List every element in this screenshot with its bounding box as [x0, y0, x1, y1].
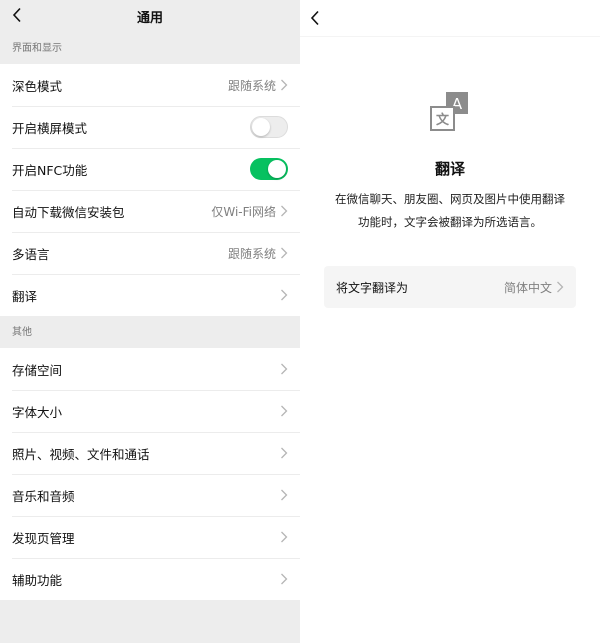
row-storage[interactable]: 存储空间 — [0, 348, 300, 390]
row-discover-manage[interactable]: 发现页管理 — [0, 516, 300, 558]
back-button[interactable] — [6, 4, 28, 26]
translate-navbar — [300, 0, 600, 37]
section-header-display: 界面和显示 — [12, 43, 62, 54]
row-auto-download[interactable]: 自动下载微信安装包 仅Wi-Fi网络 — [0, 190, 300, 232]
chevron-right-icon — [281, 405, 288, 417]
chevron-right-icon — [557, 281, 564, 293]
nfc-toggle[interactable] — [250, 158, 288, 180]
settings-group-display: 深色模式 跟随系统 开启横屏模式 开启NFC功能 自动下载微信安装包 仅Wi-F… — [0, 64, 300, 316]
setting-value: 简体中文 — [503, 280, 552, 295]
translate-target-language-setting[interactable]: 将文字翻译为 简体中文 — [324, 266, 576, 308]
row-translate[interactable]: 翻译 — [0, 274, 300, 316]
translate-icon-glyph-front: 文 — [436, 112, 450, 128]
row-label: 音乐和音频 — [12, 488, 75, 504]
toggle-knob — [252, 118, 270, 136]
row-label: 开启横屏模式 — [12, 120, 88, 136]
chevron-left-icon — [310, 10, 319, 26]
description-line-1: 在微信聊天、朋友圈、网页及图片中使用翻译 — [335, 192, 565, 206]
row-label: 自动下载微信安装包 — [12, 204, 125, 220]
row-value: 跟随系统 — [227, 78, 276, 93]
chevron-right-icon — [281, 447, 288, 459]
row-label: 多语言 — [12, 246, 50, 262]
row-value: 跟随系统 — [227, 246, 276, 261]
chevron-right-icon — [281, 489, 288, 501]
chevron-right-icon — [281, 205, 288, 217]
row-label: 字体大小 — [12, 404, 63, 420]
translate-title: 翻译 — [434, 160, 465, 178]
row-music-audio[interactable]: 音乐和音频 — [0, 474, 300, 516]
settings-group-other: 存储空间 字体大小 照片、视频、文件和通话 音乐和音频 发现页管理 辅助功能 — [0, 348, 300, 600]
row-landscape-mode[interactable]: 开启横屏模式 — [0, 106, 300, 148]
chevron-right-icon — [281, 363, 288, 375]
setting-label: 将文字翻译为 — [336, 280, 409, 295]
row-accessibility[interactable]: 辅助功能 — [0, 558, 300, 600]
row-value: 仅Wi-Fi网络 — [211, 204, 276, 219]
general-navbar: 通用 — [0, 0, 300, 32]
chevron-left-icon — [12, 7, 21, 23]
row-media-files[interactable]: 照片、视频、文件和通话 — [0, 432, 300, 474]
chevron-right-icon — [281, 289, 288, 301]
row-language[interactable]: 多语言 跟随系统 — [0, 232, 300, 274]
chevron-right-icon — [281, 79, 288, 91]
section-header-other: 其他 — [12, 327, 32, 338]
row-label: 存储空间 — [12, 362, 63, 378]
row-nfc[interactable]: 开启NFC功能 — [0, 148, 300, 190]
row-dark-mode[interactable]: 深色模式 跟随系统 — [0, 64, 300, 106]
chevron-right-icon — [281, 573, 288, 585]
row-label: 发现页管理 — [12, 530, 75, 546]
row-label: 开启NFC功能 — [12, 162, 88, 178]
row-label: 照片、视频、文件和通话 — [12, 446, 150, 462]
row-label: 深色模式 — [12, 78, 63, 94]
translate-icon: A 文 — [428, 90, 472, 134]
chevron-right-icon — [281, 247, 288, 259]
back-button[interactable] — [304, 7, 326, 29]
chevron-right-icon — [281, 531, 288, 543]
landscape-toggle[interactable] — [250, 116, 288, 138]
row-font-size[interactable]: 字体大小 — [0, 390, 300, 432]
description-line-2: 功能时，文字会被翻译为所选语言。 — [358, 215, 542, 229]
page-title: 通用 — [136, 10, 163, 26]
translate-description: 在微信聊天、朋友圈、网页及图片中使用翻译 功能时，文字会被翻译为所选语言。 — [320, 188, 580, 234]
row-label: 辅助功能 — [12, 572, 63, 588]
general-settings-pane: 通用 界面和显示 深色模式 跟随系统 开启横屏模式 开启NFC功能 自动下载微信… — [0, 0, 300, 643]
row-label: 翻译 — [12, 288, 38, 304]
toggle-knob — [268, 160, 286, 178]
translate-pane: A 文 翻译 在微信聊天、朋友圈、网页及图片中使用翻译 功能时，文字会被翻译为所… — [300, 0, 600, 643]
